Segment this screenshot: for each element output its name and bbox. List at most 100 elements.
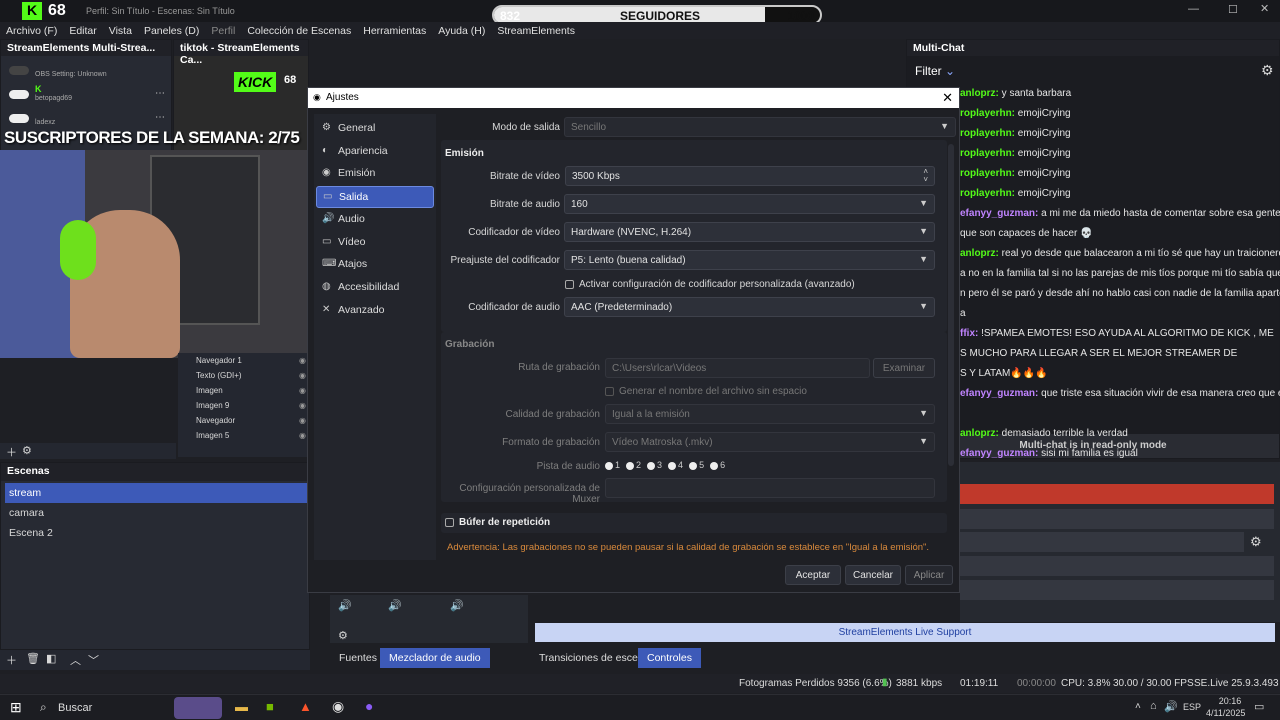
chat-username[interactable]: efanyy_guzman:	[960, 448, 1038, 459]
eye-icon[interactable]: ◉	[299, 386, 306, 395]
chat-username[interactable]: efanyy_guzman:	[960, 388, 1038, 399]
recording-button[interactable]	[960, 509, 1274, 529]
muxer-input[interactable]	[605, 478, 935, 498]
track-radio[interactable]: 6	[704, 460, 725, 470]
output-mode-select[interactable]: Sencillo ▼	[564, 117, 956, 137]
chat-username[interactable]: roplayerhn:	[960, 188, 1015, 199]
chat-username[interactable]: ffix:	[960, 328, 978, 339]
settings-nav-avanzado[interactable]: ✕ Avanzado	[316, 300, 434, 322]
network-icon[interactable]: ⌂	[1150, 700, 1157, 712]
source-item[interactable]: Imagen ◉	[196, 386, 308, 395]
track-radio[interactable]: 3	[641, 460, 662, 470]
toggle-switch[interactable]	[9, 90, 29, 99]
clock-date[interactable]: 4/11/2025	[1206, 708, 1245, 718]
audio-bitrate-select[interactable]: 160 ▼	[564, 194, 935, 214]
settings-nav-atajos[interactable]: ⌨ Atajos	[316, 254, 434, 276]
eye-icon[interactable]: ◉	[299, 416, 306, 425]
rec-format-select[interactable]: Vídeo Matroska (.mkv) ▼	[605, 432, 935, 452]
scene-item[interactable]: Escena 2	[5, 523, 307, 543]
source-item[interactable]: Imagen 9 ◉	[196, 401, 308, 410]
menu-item-0[interactable]: Archivo (F)	[6, 25, 57, 37]
eye-icon[interactable]: ◉	[299, 356, 306, 365]
rec-path-input[interactable]: C:\Users\rlcar\Videos	[605, 358, 870, 378]
menu-item-3[interactable]: Paneles (D)	[144, 25, 199, 37]
accept-button[interactable]: Aceptar	[785, 565, 841, 585]
track-radio[interactable]: 4	[662, 460, 683, 470]
source-item[interactable]: Navegador ◉	[196, 416, 308, 425]
eye-icon[interactable]: ◉	[299, 431, 306, 440]
stop-stream-button[interactable]	[960, 484, 1274, 504]
video-encoder-select[interactable]: Hardware (NVENC, H.264) ▼	[564, 222, 935, 242]
chat-username[interactable]: roplayerhn:	[960, 168, 1015, 179]
chat-username[interactable]: anloprz:	[960, 428, 999, 439]
menu-item-1[interactable]: Editar	[69, 25, 96, 37]
more-icon[interactable]: ⋯	[155, 112, 165, 123]
source-item[interactable]: Imagen 5 ◉	[196, 431, 308, 440]
menu-item-2[interactable]: Vista	[109, 25, 132, 37]
obs-taskbar-icon[interactable]: ◉	[332, 698, 344, 715]
move-up-icon[interactable]: ︿	[70, 652, 81, 668]
toggle-switch[interactable]	[9, 66, 29, 75]
filter-icon[interactable]: ◧	[46, 652, 56, 665]
settings-nav-general[interactable]: ⚙ General	[316, 118, 434, 140]
chat-username[interactable]: anloprz:	[960, 88, 999, 99]
settings-nav-apariencia[interactable]: ◐ Apariencia	[316, 141, 434, 163]
replay-buffer-checkbox[interactable]: Búfer de repetición	[445, 517, 550, 528]
chat-username[interactable]: roplayerhn:	[960, 128, 1015, 139]
gear-icon[interactable]: ⚙	[22, 444, 32, 457]
browse-button[interactable]: Examinar	[873, 358, 935, 378]
add-scene-icon[interactable]: ＋	[6, 652, 17, 668]
search-icon[interactable]: ⌕	[40, 700, 47, 715]
nvidia-icon[interactable]: ■	[266, 699, 274, 714]
spin-arrows-icon[interactable]: ˄ ˅	[923, 168, 928, 184]
source-item[interactable]: Texto (GDI+) ◉	[196, 371, 308, 380]
dialog-close-icon[interactable]: ✕	[942, 90, 953, 106]
chat-username[interactable]: roplayerhn:	[960, 148, 1015, 159]
speaker-icon[interactable]: 🔊	[338, 599, 352, 612]
nospace-checkbox[interactable]: Generar el nombre del archivo sin espaci…	[605, 386, 807, 397]
move-down-icon[interactable]: ﹀	[88, 652, 99, 668]
menu-item-5[interactable]: Colección de Escenas	[247, 25, 351, 37]
more-icon[interactable]: ⋯	[155, 88, 165, 99]
settings-nav-audio[interactable]: 🔊 Audio	[316, 209, 434, 231]
menu-item-7[interactable]: Ayuda (H)	[438, 25, 485, 37]
preset-select[interactable]: P5: Lento (buena calidad) ▼	[564, 250, 935, 270]
file-explorer-icon[interactable]: ▬	[235, 699, 248, 714]
dialog-scrollbar[interactable]	[948, 144, 954, 466]
rec-quality-select[interactable]: Igual a la emisión ▼	[605, 404, 935, 424]
vcam-gear-icon[interactable]: ⚙	[1250, 534, 1262, 550]
settings-nav-accesibilidad[interactable]: ◍ Accesibilidad	[316, 277, 434, 299]
filter-button[interactable]: Filter ⌄	[915, 64, 955, 78]
taskbar-search[interactable]: Buscar	[58, 702, 92, 714]
tab-controles[interactable]: Controles	[638, 648, 701, 668]
settings-button[interactable]	[960, 580, 1274, 600]
add-icon[interactable]: ＋	[6, 444, 17, 460]
minimize-icon[interactable]: —	[1188, 3, 1199, 15]
tray-chevron-icon[interactable]: ˄	[1135, 701, 1141, 712]
video-bitrate-spinbox[interactable]: 3500 Kbps ˄ ˅	[565, 166, 935, 186]
volume-icon[interactable]: 🔊	[1164, 700, 1178, 713]
menu-item-4[interactable]: Perfil	[211, 25, 235, 37]
maximize-icon[interactable]: ☐	[1228, 3, 1238, 16]
speaker-icon[interactable]: 🔊	[450, 599, 464, 612]
cancel-button[interactable]: Cancelar	[845, 565, 901, 585]
chat-settings-icon[interactable]: ⚙	[1261, 62, 1274, 79]
chat-username[interactable]: roplayerhn:	[960, 108, 1015, 119]
clock-time[interactable]: 20:16	[1214, 696, 1246, 706]
custom-encoder-checkbox[interactable]: Activar configuración de codificador per…	[565, 279, 855, 290]
settings-nav-vídeo[interactable]: ▭ Vídeo	[316, 232, 434, 254]
audio-encoder-select[interactable]: AAC (Predeterminado) ▼	[564, 297, 935, 317]
language-indicator[interactable]: ESP	[1183, 702, 1201, 712]
virtual-camera-button[interactable]	[960, 532, 1244, 552]
trash-icon[interactable]: 🗑	[26, 652, 40, 665]
chat-username[interactable]: efanyy_guzman:	[960, 208, 1038, 219]
settings-nav-emisión[interactable]: ◉ Emisión	[316, 163, 434, 185]
notifications-icon[interactable]: ▭	[1254, 700, 1264, 713]
brave-browser-icon[interactable]: ▲	[299, 699, 312, 714]
scene-item[interactable]: camara	[5, 503, 307, 523]
live-support-button[interactable]: StreamElements Live Support	[535, 623, 1275, 642]
eye-icon[interactable]: ◉	[299, 401, 306, 410]
speaker-icon[interactable]: 🔊	[388, 599, 402, 612]
tab-mezclador[interactable]: Mezclador de audio	[380, 648, 490, 668]
menu-item-8[interactable]: StreamElements	[497, 25, 575, 37]
